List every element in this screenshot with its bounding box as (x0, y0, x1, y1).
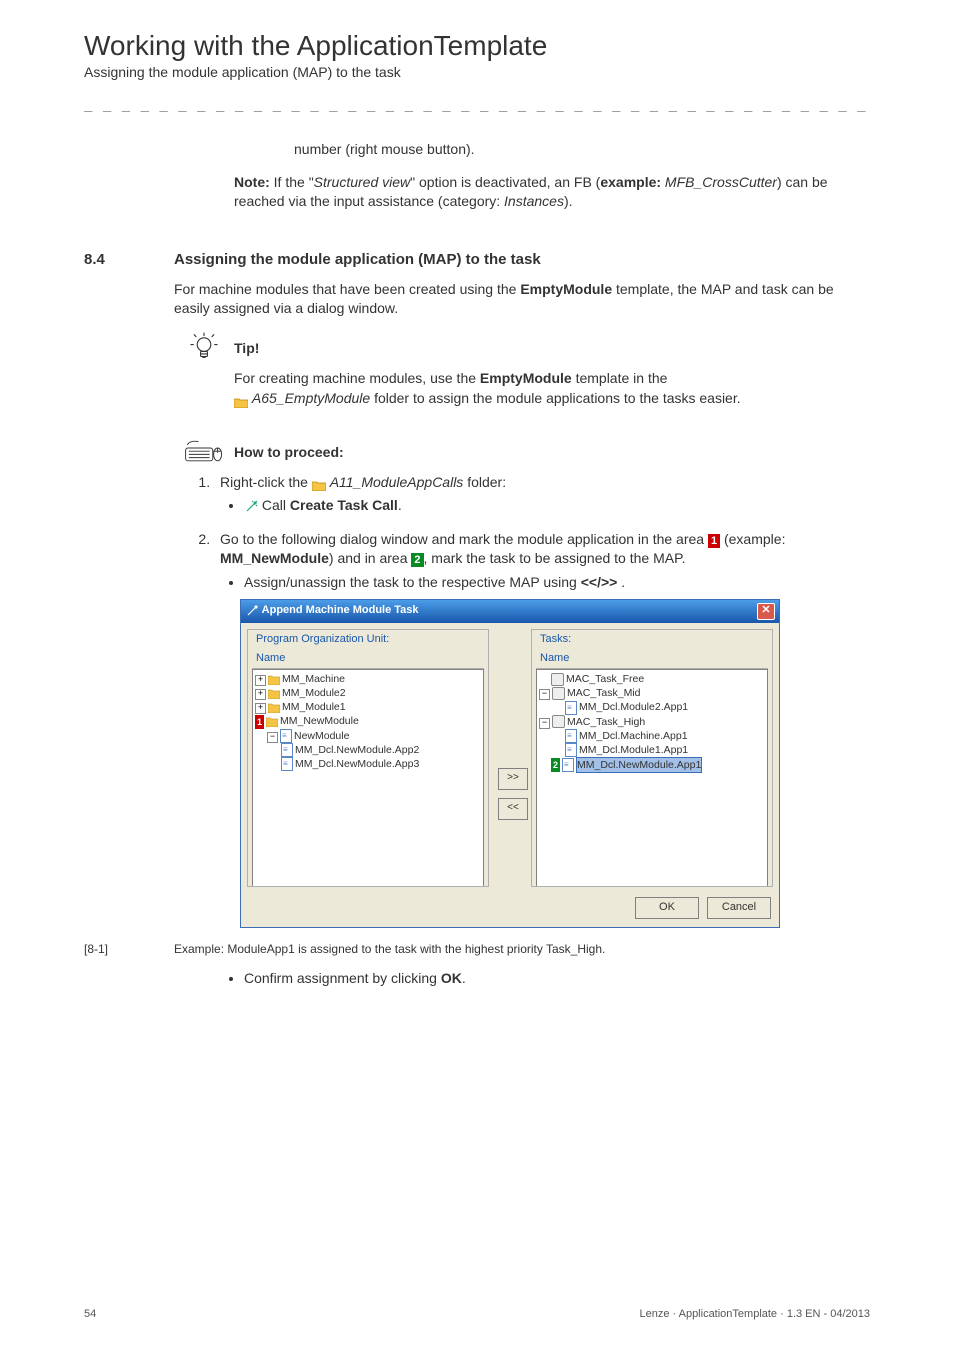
section-intro: For machine modules that have been creat… (174, 280, 870, 318)
pou-panel: Program Organization Unit: Name +MM_Mach… (247, 629, 489, 887)
figure-number: [8-1] (84, 942, 174, 956)
step-2-sub-confirm: Confirm assignment by clicking OK. (244, 970, 870, 986)
tasks-legend: Tasks: (540, 632, 768, 647)
pou-tree[interactable]: +MM_Machine +MM_Module2 +MM_Module1 1MM_… (252, 669, 484, 886)
figure-caption: Example: ModuleApp1 is assigned to the t… (174, 942, 605, 956)
callout-2-marker: 2 (551, 758, 560, 772)
tip-label: Tip! (234, 340, 259, 356)
page-number: 54 (84, 1308, 96, 1320)
folder-icon (234, 394, 248, 405)
section-title: Assigning the module application (MAP) t… (174, 251, 541, 268)
keyboard-mouse-icon (174, 439, 234, 465)
tasks-panel: Tasks: Name MAC_Task_Free −MAC_Task_Mid … (531, 629, 773, 887)
step-1: Right-click the A11_ModuleAppCalls folde… (214, 473, 870, 516)
tip-text: For creating machine modules, use the Em… (234, 369, 870, 408)
section-number: 8.4 (84, 251, 174, 268)
folder-icon (312, 477, 326, 488)
dialog-titlebar: Append Machine Module Task ✕ (241, 600, 779, 623)
pou-legend: Program Organization Unit: (256, 632, 484, 647)
continuation-line: number (right mouse button). (294, 140, 870, 159)
callout-badge-1: 1 (708, 534, 720, 548)
step-1-sub: Call Create Task Call. (244, 496, 870, 516)
wand-icon (245, 604, 259, 618)
lightbulb-icon (174, 331, 234, 365)
step-2-sub-assign: Assign/unassign the task to the respecti… (244, 573, 870, 593)
dialog-window: Append Machine Module Task ✕ Program Org… (240, 599, 780, 928)
tasks-tree[interactable]: MAC_Task_Free −MAC_Task_Mid MM_Dcl.Modul… (536, 669, 768, 886)
cancel-button[interactable]: Cancel (707, 897, 771, 919)
dialog-title: Append Machine Module Task (262, 604, 419, 616)
callout-badge-2: 2 (411, 553, 423, 567)
ok-button[interactable]: OK (635, 897, 699, 919)
page-subtitle: Assigning the module application (MAP) t… (84, 64, 870, 80)
footer-doc-info: Lenze · ApplicationTemplate · 1.3 EN - 0… (639, 1308, 870, 1320)
assign-button[interactable]: >> (498, 768, 528, 790)
callout-1-marker: 1 (255, 715, 264, 729)
unassign-button[interactable]: << (498, 798, 528, 820)
page-title: Working with the ApplicationTemplate (84, 30, 870, 62)
column-name: Name (256, 651, 285, 666)
divider: _ _ _ _ _ _ _ _ _ _ _ _ _ _ _ _ _ _ _ _ … (84, 96, 870, 112)
close-button[interactable]: ✕ (757, 603, 775, 620)
column-name: Name (540, 651, 569, 666)
howto-label: How to proceed: (234, 444, 344, 460)
step-2: Go to the following dialog window and ma… (214, 530, 870, 928)
note-paragraph: Note: If the "Structured view" option is… (234, 173, 870, 211)
wand-icon (244, 500, 258, 514)
